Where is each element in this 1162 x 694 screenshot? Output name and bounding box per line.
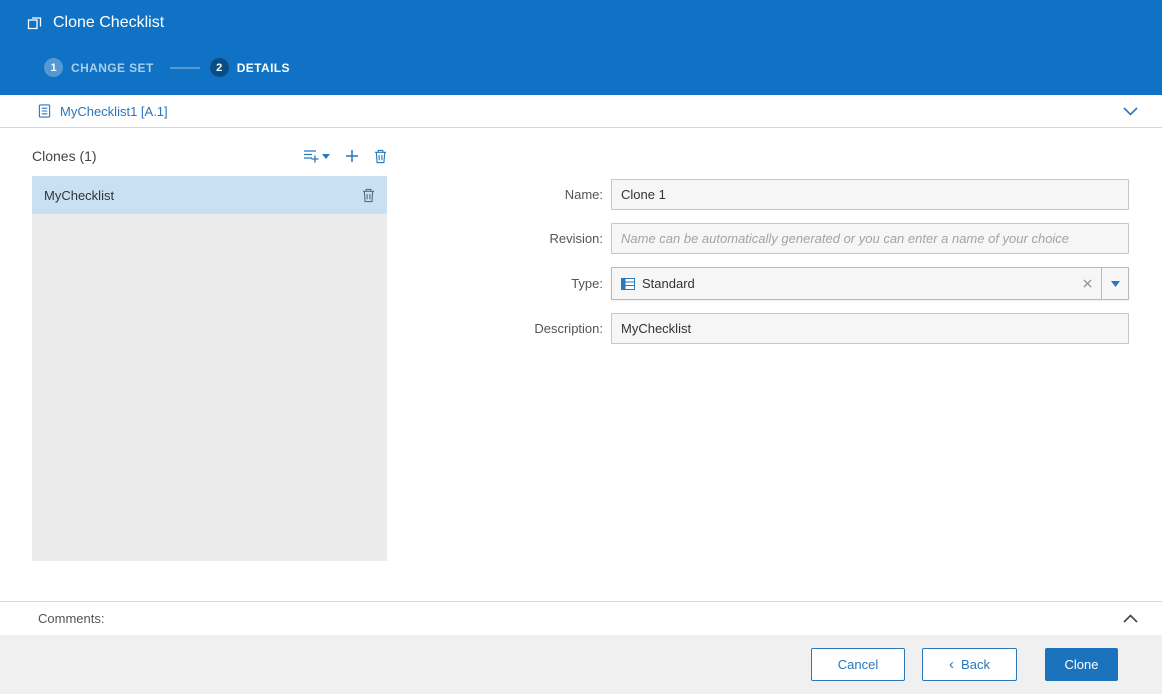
step-1-label: CHANGE SET — [71, 60, 154, 75]
source-checklist-title: MyChecklist1 [A.1] — [60, 103, 168, 119]
dialog-header: Clone Checklist 1 CHANGE SET 2 DETAILS — [0, 0, 1162, 95]
description-label: Description: — [534, 321, 603, 336]
description-row: Description: — [380, 313, 1130, 344]
step-change-set[interactable]: 1 CHANGE SET — [44, 58, 154, 77]
clear-x-icon[interactable] — [1074, 279, 1101, 288]
delete-clone-button[interactable] — [374, 149, 387, 164]
type-label: Type: — [571, 276, 603, 291]
step-details[interactable]: 2 DETAILS — [209, 58, 290, 77]
clones-panel-header: Clones (1) — [32, 148, 387, 164]
chevron-up-icon[interactable] — [1123, 614, 1138, 623]
add-multiple-button[interactable] — [303, 149, 330, 164]
dialog-title: Clone Checklist — [53, 14, 165, 31]
clone-item-label: MyChecklist — [44, 187, 115, 203]
trash-icon[interactable] — [362, 188, 375, 203]
table-type-icon — [621, 277, 635, 290]
clone-button[interactable]: Clone — [1045, 648, 1118, 681]
step-1-circle: 1 — [44, 58, 63, 77]
cancel-button[interactable]: Cancel — [811, 648, 905, 681]
description-field[interactable] — [611, 313, 1129, 344]
comments-section[interactable]: Comments: — [0, 601, 1162, 635]
revision-label: Revision: — [549, 231, 603, 246]
dropdown-caret-icon — [322, 153, 330, 159]
step-connector — [169, 66, 200, 69]
revision-row: Revision: — [380, 223, 1130, 254]
clones-toolbar — [303, 149, 387, 164]
type-selected-value: Standard — [642, 276, 695, 291]
name-row: Name: — [380, 179, 1130, 210]
chevron-down-icon[interactable] — [1123, 106, 1138, 116]
name-field[interactable] — [611, 179, 1129, 210]
clone-icon — [27, 15, 43, 31]
revision-field[interactable] — [611, 223, 1129, 254]
list-item[interactable]: MyChecklist — [32, 176, 387, 214]
dialog-footer: Cancel ‹ Back Clone — [0, 635, 1162, 694]
comments-label: Comments: — [38, 611, 105, 626]
step-2-label: DETAILS — [236, 60, 290, 75]
add-clone-button[interactable] — [345, 149, 359, 163]
chevron-left-icon: ‹ — [949, 656, 955, 673]
dropdown-caret-icon[interactable] — [1101, 268, 1128, 299]
clones-panel-title: Clones (1) — [32, 148, 97, 164]
step-2-circle: 2 — [209, 58, 229, 77]
clone-checklist-dialog: Clone Checklist 1 CHANGE SET 2 DETAILS M… — [0, 0, 1162, 694]
source-checklist-bar[interactable]: MyChecklist1 [A.1] — [0, 95, 1162, 128]
type-select[interactable]: Standard — [611, 267, 1129, 300]
back-button[interactable]: ‹ Back — [922, 648, 1017, 681]
wizard-steps: 1 CHANGE SET 2 DETAILS — [44, 58, 290, 77]
checklist-icon — [38, 104, 51, 118]
back-button-label: Back — [961, 657, 990, 672]
clones-list: MyChecklist — [32, 176, 387, 561]
name-label: Name: — [564, 187, 603, 202]
type-row: Type: Standard — [380, 267, 1130, 300]
